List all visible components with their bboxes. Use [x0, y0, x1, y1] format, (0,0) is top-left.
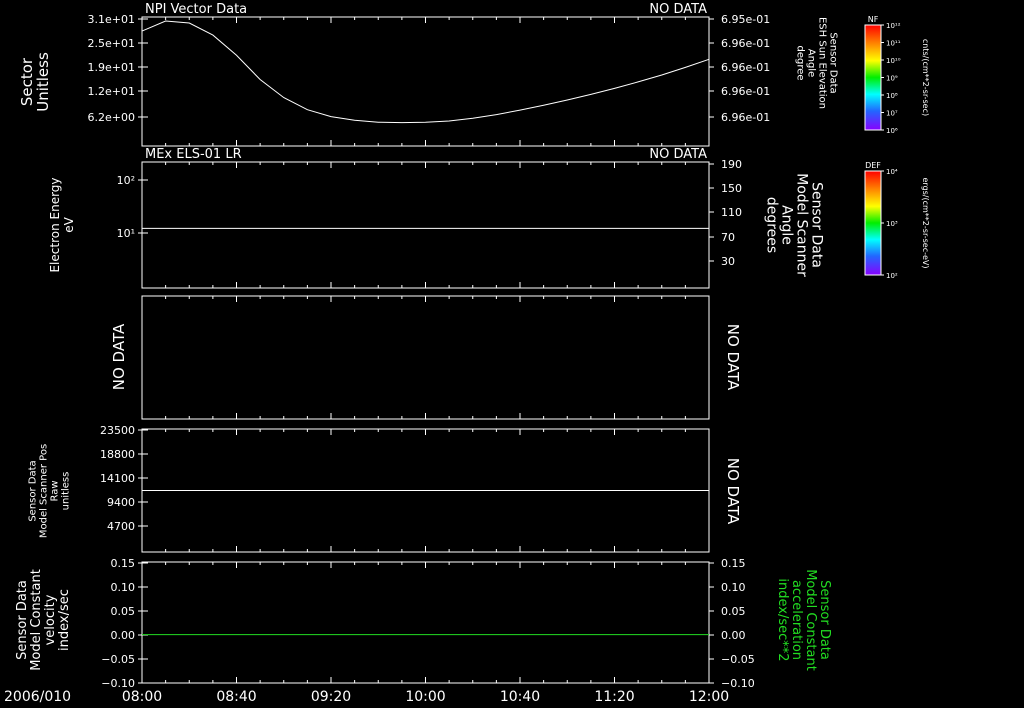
- y2-tick-label: 0.10: [721, 581, 746, 594]
- y-tick-label: 0.05: [111, 605, 136, 618]
- y-tick-label: 10²: [117, 174, 135, 187]
- y-axis-label: Electron Energy: [48, 177, 62, 272]
- y-tick-label: 23500: [100, 424, 135, 437]
- colorbar-unit: cnts/(cm**2-sr-sec): [921, 39, 930, 116]
- y-axis-label: Model Scanner Pos: [39, 444, 50, 538]
- x-tick-label: 10:00: [405, 689, 445, 705]
- colorbar-unit: ergs/(cm**2-sr-sec-eV): [921, 177, 930, 268]
- y-axis-label: Unitless: [34, 52, 52, 112]
- x-tick-label: 09:20: [311, 689, 351, 705]
- no-data-label-right: NO DATA: [724, 458, 742, 525]
- y2-axis-label: acceleration: [789, 580, 804, 660]
- colorbar: [864, 24, 882, 131]
- y2-axis-label: Sensor Data: [809, 182, 825, 268]
- y2-axis-label: Angle: [806, 49, 817, 77]
- y-tick-label: 1.2e+01: [88, 85, 135, 98]
- y-tick-label: 6.2e+00: [88, 111, 135, 124]
- y-tick-label: 0.00: [111, 629, 136, 642]
- colorbar-tick-label: 10⁹: [886, 75, 898, 83]
- y-axis-label: Sensor Data: [15, 580, 30, 660]
- colorbar-tick-label: 10²: [886, 272, 898, 280]
- colorbar-label: NF: [868, 15, 879, 24]
- y2-axis-label: Sensor Data: [828, 32, 839, 93]
- y-tick-label: −0.05: [101, 653, 135, 666]
- y-tick-label: 0.10: [111, 581, 136, 594]
- panel-title: MEx ELS-01 LR: [145, 147, 242, 162]
- spectrogram-figure: NPI Vector Data NO DATA 3.1e+01 2.5e+01 1.9e…: [0, 0, 1024, 708]
- colorbar: [864, 170, 882, 276]
- y2-tick-label: 110: [721, 206, 742, 219]
- x-tick-label: 11:20: [594, 689, 634, 705]
- y2-tick-label: 6.96e-01: [721, 85, 770, 98]
- y-tick-label: 2.5e+01: [88, 37, 135, 50]
- colorbar-tick-label: 10¹²: [886, 22, 901, 30]
- y-axis-label: index/sec: [57, 589, 72, 651]
- colorbar-tick-label: 10³: [886, 220, 898, 228]
- y-tick-label: 14100: [100, 472, 135, 485]
- y2-axis-label: index/sec**2: [775, 578, 790, 661]
- y2-tick-label: 0.05: [721, 605, 746, 618]
- y-axis-label: Sensor Data: [28, 460, 39, 521]
- colorbar-label: DEF: [865, 161, 881, 170]
- no-data-label-right: NO DATA: [724, 324, 742, 391]
- colorbar-tick-label: 10⁴: [886, 168, 898, 176]
- y-tick-label: 9400: [107, 496, 135, 509]
- y2-axis-label: ESH Sun Elevation: [817, 17, 828, 109]
- y2-axis-label: Model Constant: [803, 569, 818, 671]
- y-tick-label: 18800: [100, 448, 135, 461]
- y2-axis-label: degrees: [764, 197, 780, 253]
- y-axis-label: velocity: [43, 594, 58, 645]
- colorbar-tick-label: 10¹¹: [886, 40, 901, 48]
- panel-status: NO DATA: [649, 2, 707, 17]
- y2-tick-label: 30: [721, 255, 735, 268]
- y-tick-label: 1.9e+01: [88, 61, 135, 74]
- y2-axis-label: Sensor Data: [817, 580, 832, 660]
- panel-status: NO DATA: [649, 147, 707, 162]
- x-tick-label: 10:40: [500, 689, 540, 705]
- no-data-label-left: NO DATA: [110, 323, 128, 390]
- y2-tick-label: 6.95e-01: [721, 13, 770, 26]
- y-axis-label: Raw: [50, 480, 61, 501]
- x-tick-label: 08:00: [122, 689, 162, 705]
- colorbar-tick-label: 10⁷: [886, 110, 898, 118]
- y2-tick-label: 190: [721, 158, 742, 171]
- y-tick-label: 3.1e+01: [88, 13, 135, 26]
- x-tick-label: 08:40: [216, 689, 256, 705]
- colorbar-tick-label: 10⁸: [886, 92, 898, 100]
- panel-title: NPI Vector Data: [145, 2, 247, 17]
- y2-tick-label: 0.15: [721, 557, 746, 570]
- y-axis-label: unitless: [61, 472, 72, 511]
- y2-tick-label: 6.96e-01: [721, 111, 770, 124]
- x-tick-label: 12:00: [689, 689, 729, 705]
- y2-tick-label: 150: [721, 182, 742, 195]
- y2-axis-label: Angle: [779, 205, 795, 245]
- y2-tick-label: 6.96e-01: [721, 61, 770, 74]
- y2-tick-label: 0.00: [721, 629, 746, 642]
- y2-tick-label: 70: [721, 231, 735, 244]
- y2-tick-label: 6.96e-01: [721, 37, 770, 50]
- y-tick-label: 10¹: [117, 227, 135, 240]
- colorbar-tick-label: 10¹⁰: [886, 57, 901, 65]
- y-axis-label: eV: [62, 216, 76, 232]
- y2-axis-label: degree: [795, 45, 806, 80]
- y-tick-label: 0.15: [111, 557, 136, 570]
- date-label: 2006/010: [4, 689, 71, 705]
- colorbar-tick-label: 10⁶: [886, 127, 898, 135]
- y2-tick-label: −0.05: [721, 653, 755, 666]
- y-axis-label: Model Constant: [29, 569, 44, 671]
- y-tick-label: 4700: [107, 520, 135, 533]
- y2-axis-label: Model Scanner: [794, 173, 810, 277]
